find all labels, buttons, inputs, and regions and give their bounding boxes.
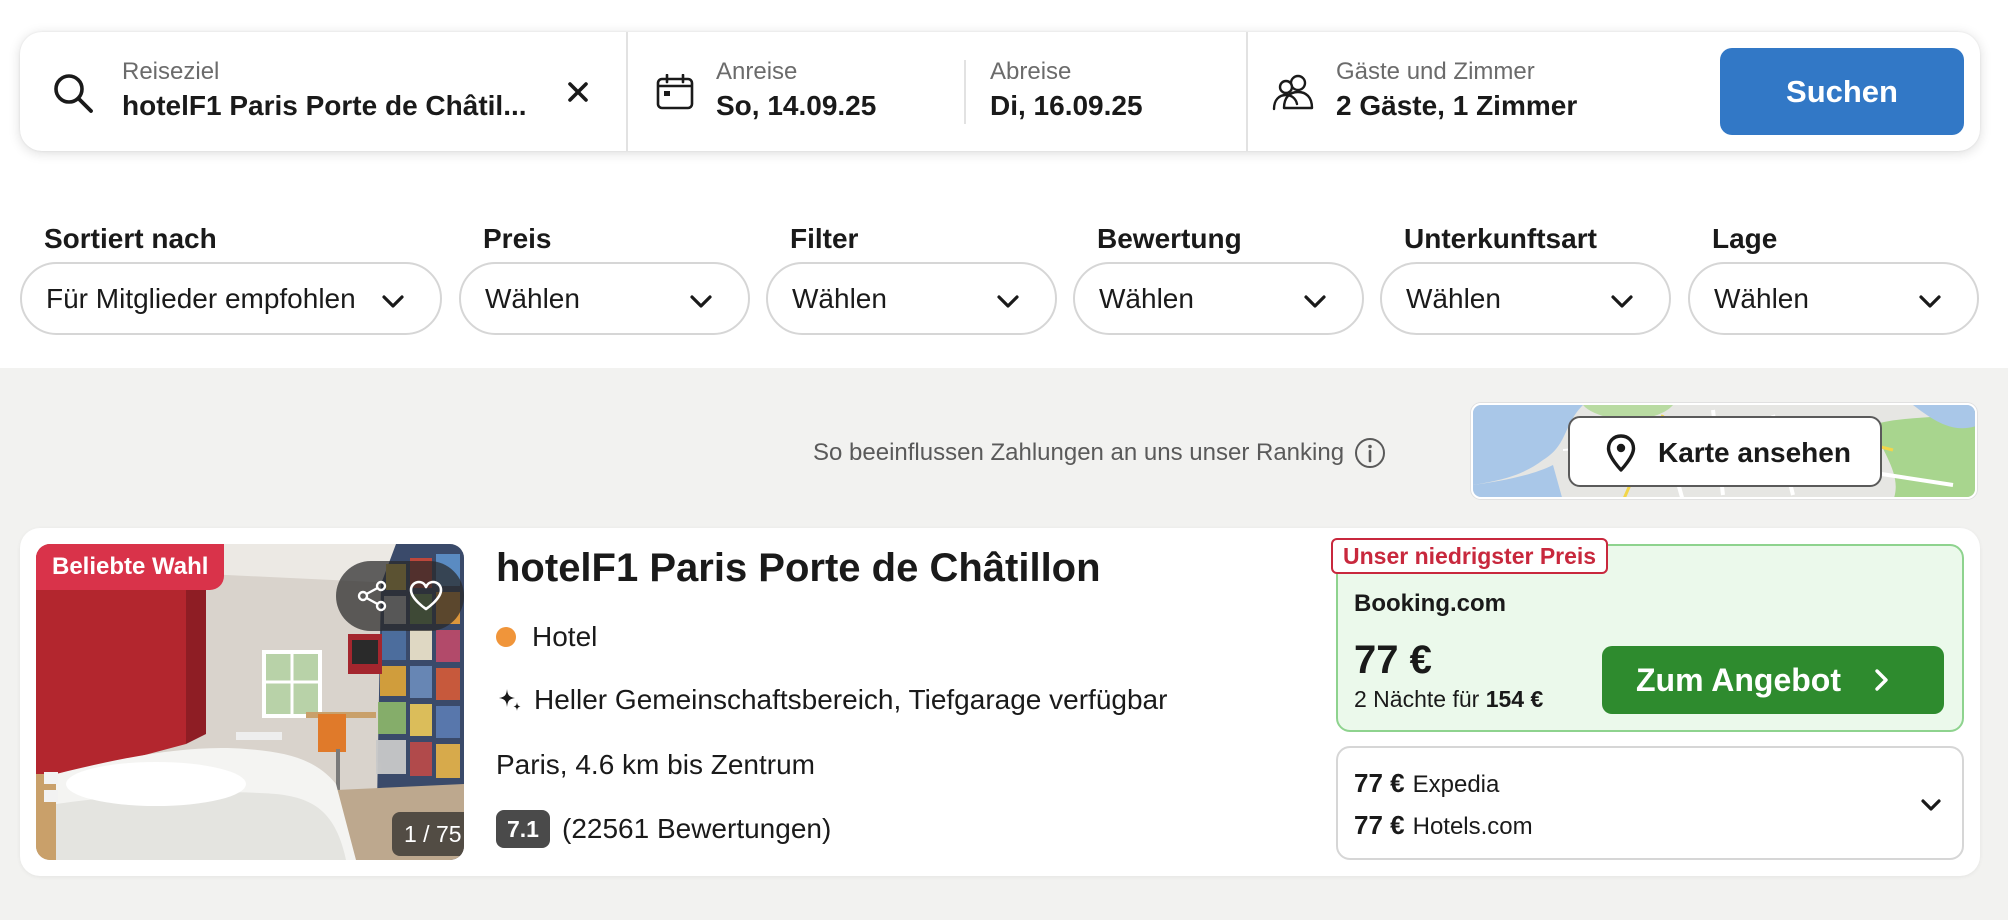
view-deal-label: Zum Angebot <box>1636 661 1841 698</box>
close-icon <box>568 82 588 102</box>
sort-select[interactable]: Für Mitglieder empfohlen <box>20 262 442 335</box>
checkout-label: Abreise <box>990 58 1072 85</box>
map-pin-icon <box>1606 434 1636 472</box>
checkin-label: Anreise <box>716 58 798 85</box>
guests-label: Gäste und Zimmer <box>1336 58 1535 85</box>
checkout-field[interactable]: Abreise Di, 16.09.25 <box>966 32 1266 151</box>
deal-provider: Booking.com <box>1354 590 1507 617</box>
chevron-down-icon <box>382 295 404 308</box>
chevron-down-icon <box>1921 799 1941 811</box>
deal-price: 77 € <box>1354 638 1432 682</box>
filter-value: Wählen <box>1714 282 1809 314</box>
filter-filter: Filter Wählen <box>766 222 1057 335</box>
filter-price: Preis Wählen <box>459 222 750 335</box>
hotel-name[interactable]: hotelF1 Paris Porte de Châtillon <box>496 546 1101 591</box>
destination-value: hotelF1 Paris Porte de Châtil... <box>122 90 527 121</box>
photo-counter: 1 / 75 <box>392 812 464 856</box>
info-icon <box>1355 438 1386 468</box>
chevron-down-icon <box>997 295 1019 308</box>
checkin-field[interactable]: Anreise So, 14.09.25 <box>628 32 964 151</box>
view-deal-button[interactable]: Zum Angebot <box>1602 646 1944 714</box>
filter-value: Für Mitglieder empfohlen <box>46 282 356 314</box>
other-deal-price: 77 € <box>1354 810 1405 840</box>
price-select[interactable]: Wählen <box>459 262 750 335</box>
location-select[interactable]: Wählen <box>1688 262 1979 335</box>
other-deal-provider: Expedia <box>1412 771 1500 798</box>
sparkle-icon <box>499 689 521 711</box>
filter-label: Preis <box>483 223 552 254</box>
hotel-rating[interactable]: 7.1 (22561 Bewertungen) <box>496 810 831 848</box>
deal-total-value: 154 € <box>1485 686 1544 712</box>
hotel-type-dot <box>496 627 516 647</box>
filter-value: Wählen <box>1406 282 1501 314</box>
other-deal-provider: Hotels.com <box>1412 813 1533 840</box>
guests-icon <box>1272 74 1314 111</box>
search-bar: Reiseziel hotelF1 Paris Porte de Châtil.… <box>20 32 1980 151</box>
filter-value: Wählen <box>485 282 580 314</box>
other-deals-dropdown[interactable]: 77 € Expedia 77 € Hotels.com <box>1336 746 1964 860</box>
filter-select[interactable]: Wählen <box>766 262 1057 335</box>
filter-value: Wählen <box>1099 282 1194 314</box>
popular-choice-badge: Beliebte Wahl <box>36 544 225 590</box>
rating-score: 7.1 <box>496 810 550 848</box>
destination-label: Reiseziel <box>122 58 220 85</box>
review-count: (22561 Bewertungen) <box>562 813 832 844</box>
hotel-photo[interactable]: Beliebte Wahl 1 / 75 <box>36 544 464 860</box>
clear-destination-button[interactable] <box>560 74 596 110</box>
filter-label: Lage <box>1712 223 1778 254</box>
filter-label: Filter <box>790 223 859 254</box>
filter-sort: Sortiert nach Für Mitglieder empfohlen <box>20 222 442 335</box>
destination-field[interactable]: Reiseziel hotelF1 Paris Porte de Châtil.… <box>20 32 626 151</box>
hotel-feature: Heller Gemeinschaftsbereich, Tiefgarage … <box>496 684 1167 716</box>
checkin-value: So, 14.09.25 <box>716 90 877 121</box>
chevron-down-icon <box>1611 295 1633 308</box>
other-deal-price: 77 € <box>1354 768 1405 798</box>
show-map-label: Karte ansehen <box>1658 437 1851 468</box>
show-map-button[interactable]: Karte ansehen <box>1568 416 1882 487</box>
hotel-type-label: Hotel <box>532 621 598 652</box>
ranking-info-link[interactable]: So beeinflussen Zahlungen an uns unser R… <box>813 437 1386 469</box>
filter-label: Unterkunftsart <box>1404 223 1597 254</box>
guests-field[interactable]: Gäste und Zimmer 2 Gäste, 1 Zimmer <box>1248 32 1698 151</box>
deal-total: 2 Nächte für 154 € <box>1354 686 1543 713</box>
search-button[interactable]: Suchen <box>1720 48 1964 135</box>
filter-label: Sortiert nach <box>44 223 217 254</box>
hotel-type: Hotel <box>496 621 597 653</box>
heart-icon[interactable] <box>408 578 444 614</box>
other-deal-row: 77 € Expedia <box>1354 768 1499 799</box>
hotel-card: Beliebte Wahl 1 / 75 hotelF1 Paris Porte… <box>20 528 1980 876</box>
photo-actions <box>336 561 464 631</box>
chevron-right-icon <box>1875 669 1888 691</box>
chevron-down-icon <box>690 295 712 308</box>
search-icon <box>54 74 93 113</box>
accommodation-type-select[interactable]: Wählen <box>1380 262 1671 335</box>
calendar-icon <box>656 74 694 110</box>
filter-location: Lage Wählen <box>1688 222 1979 335</box>
hotel-location[interactable]: Paris, 4.6 km bis Zentrum <box>496 749 815 781</box>
chevron-down-icon <box>1304 295 1326 308</box>
filter-rating: Bewertung Wählen <box>1073 222 1364 335</box>
guests-value: 2 Gäste, 1 Zimmer <box>1336 90 1578 121</box>
share-icon[interactable] <box>354 578 390 614</box>
hotel-feature-text: Heller Gemeinschaftsbereich, Tiefgarage … <box>534 684 1168 715</box>
other-deal-row: 77 € Hotels.com <box>1354 810 1533 841</box>
checkout-value: Di, 16.09.25 <box>990 90 1143 121</box>
ranking-note-text: So beeinflussen Zahlungen an uns unser R… <box>813 439 1345 466</box>
chevron-down-icon <box>1919 295 1941 308</box>
deal-total-prefix: 2 Nächte für <box>1354 686 1480 712</box>
filter-value: Wählen <box>792 282 887 314</box>
rating-select[interactable]: Wählen <box>1073 262 1364 335</box>
filter-accommodation-type: Unterkunftsart Wählen <box>1380 222 1671 335</box>
filter-label: Bewertung <box>1097 223 1242 254</box>
lowest-price-badge: Unser niedrigster Preis <box>1331 538 1609 574</box>
